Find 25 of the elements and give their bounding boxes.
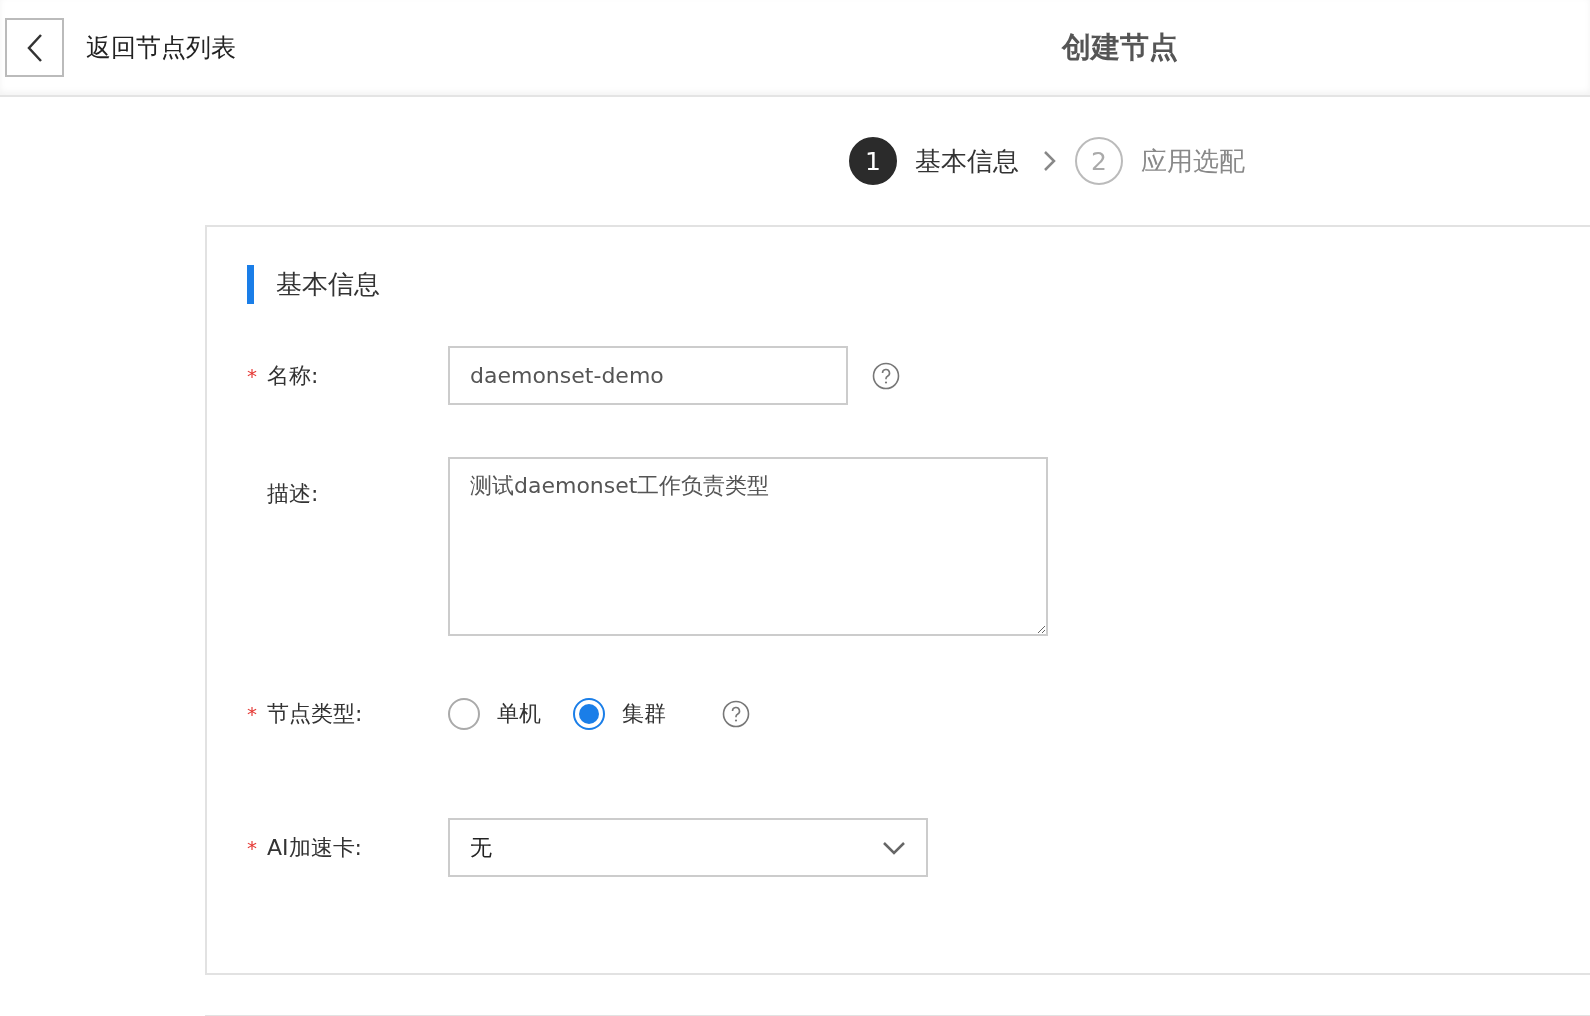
radio-option[interactable]: 单机	[448, 698, 541, 730]
section-title: 基本信息	[276, 268, 380, 301]
section-marker	[247, 265, 254, 304]
field-label: 描述:	[267, 480, 319, 508]
chevron-right-icon	[1043, 150, 1057, 172]
required-mark: *	[247, 702, 257, 726]
back-button[interactable]	[5, 18, 64, 77]
page-title: 创建节点	[1062, 28, 1178, 66]
field-label: 节点类型:	[267, 700, 363, 728]
step-number: 1	[849, 137, 897, 185]
field-label: AI加速卡:	[267, 833, 362, 862]
description-textarea[interactable]: 测试daemonset工作负责类型	[448, 457, 1048, 636]
help-icon[interactable]	[722, 700, 750, 728]
select-field[interactable]: 无	[448, 818, 928, 877]
chevron-down-icon	[882, 840, 906, 855]
required-mark: *	[247, 835, 257, 860]
name-input[interactable]: daemonset-demo	[448, 346, 848, 405]
help-icon[interactable]	[872, 361, 900, 390]
radio-option[interactable]: 集群	[573, 698, 666, 730]
required-mark: *	[247, 363, 257, 388]
back-label[interactable]: 返回节点列表	[86, 31, 236, 64]
step-number: 2	[1075, 137, 1123, 185]
field-label: 名称:	[267, 361, 319, 390]
step-label: 基本信息	[915, 144, 1019, 178]
step-label: 应用选配	[1141, 144, 1245, 178]
